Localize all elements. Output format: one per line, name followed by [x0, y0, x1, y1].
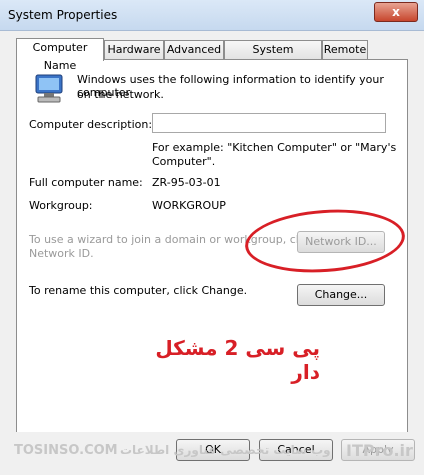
- tab-system-protection[interactable]: System Protection: [224, 40, 322, 74]
- tab-computer-name[interactable]: Computer Name: [16, 38, 104, 72]
- change-button[interactable]: Change...: [297, 284, 385, 306]
- tab-advanced[interactable]: Advanced: [164, 40, 224, 59]
- full-name-value: ZR-95-03-01: [152, 176, 221, 189]
- intro-text-line2: on the network.: [77, 88, 164, 101]
- description-label: Computer description:: [29, 118, 153, 131]
- workgroup-value: WORKGROUP: [152, 199, 226, 212]
- computer-icon: [35, 74, 63, 103]
- workgroup-label: Workgroup:: [29, 199, 93, 212]
- watermark-right: ITPro.ir: [346, 441, 413, 460]
- watermark-middle: وب سایت تخصصی فناوری اطلاعات: [120, 443, 331, 457]
- title-bar: System Properties x: [0, 0, 424, 31]
- example-text-line1: For example: "Kitchen Computer" or "Mary…: [152, 141, 397, 154]
- window-title: System Properties: [8, 8, 118, 22]
- close-icon: x: [392, 5, 400, 19]
- example-text-line2: Computer".: [152, 155, 216, 168]
- close-button[interactable]: x: [374, 2, 418, 22]
- computer-description-input[interactable]: [152, 113, 386, 133]
- tab-hardware[interactable]: Hardware: [104, 40, 164, 59]
- annotation-text: پی سی 2 مشکل دار: [155, 336, 320, 384]
- rename-text: To rename this computer, click Change.: [29, 284, 248, 297]
- wizard-text-line2: Network ID.: [29, 247, 94, 260]
- watermark-left: TOSINSO.COM: [14, 443, 118, 458]
- full-name-label: Full computer name:: [29, 176, 143, 189]
- tab-remote[interactable]: Remote: [322, 40, 368, 59]
